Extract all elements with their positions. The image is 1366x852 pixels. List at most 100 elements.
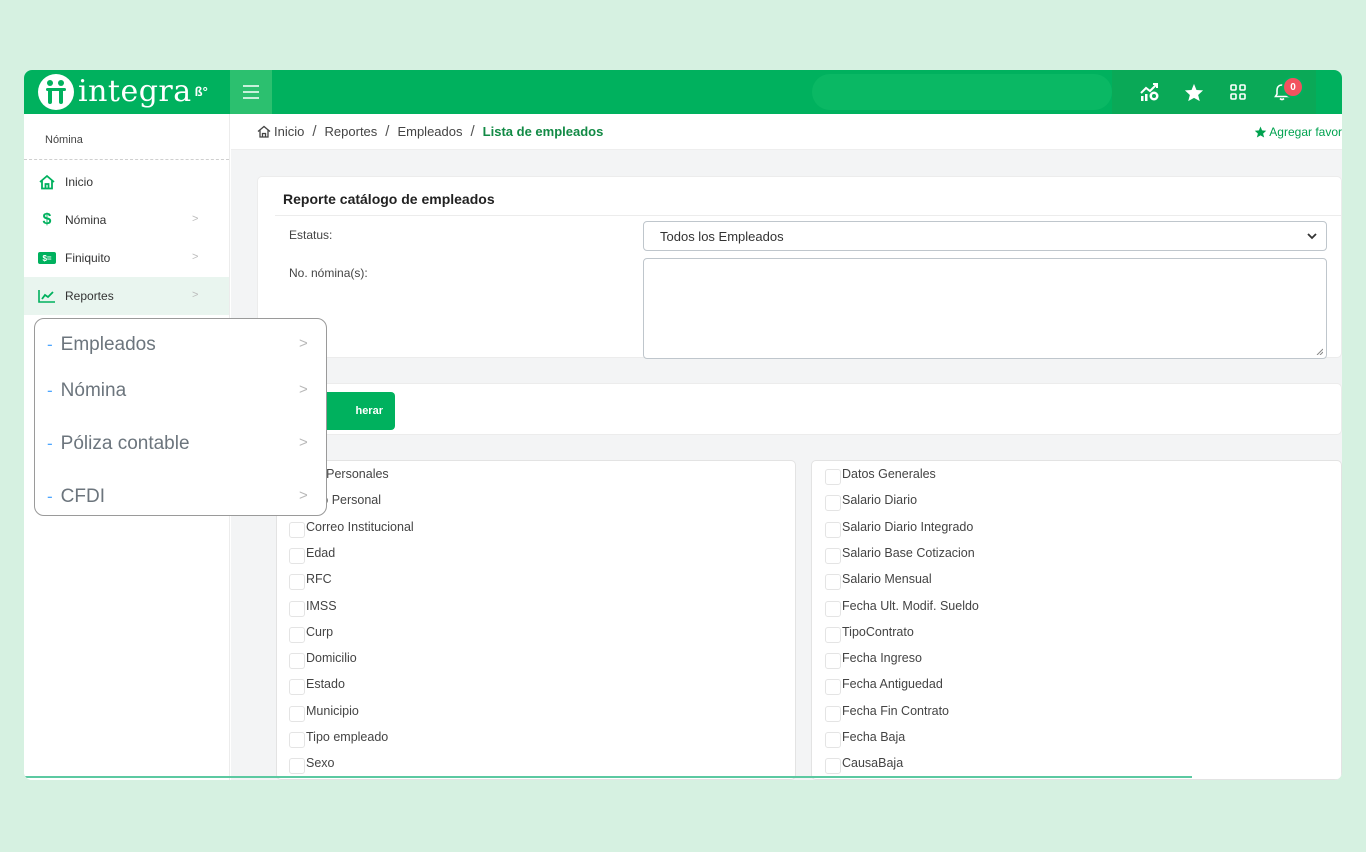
checkbox-row[interactable]: IMSS	[289, 593, 337, 619]
checkbox-row[interactable]: Salario Mensual	[825, 566, 932, 592]
checkbox[interactable]	[289, 705, 305, 722]
reportes-submenu: - Empleados > - Nómina > - Póliza contable …	[34, 318, 327, 516]
chart-line-icon	[38, 287, 56, 305]
submenu-item-cfdi[interactable]: - CFDI >	[35, 471, 326, 523]
checkbox-label: Datos Generales	[842, 467, 936, 481]
brand-logo[interactable]: integra ß°	[24, 70, 230, 114]
checkbox-row[interactable]: Sexo	[289, 750, 335, 776]
payroll-label: No. nómina(s):	[289, 266, 368, 280]
breadcrumb-item-empleados[interactable]: Empleados	[397, 124, 462, 139]
sidebar-header: Nómina	[24, 114, 229, 160]
checkbox[interactable]	[289, 521, 305, 538]
breadcrumb-home[interactable]: Inicio	[257, 124, 304, 139]
checkbox-row[interactable]: RFC	[289, 566, 332, 592]
top-bar: integra ß° 0	[24, 70, 1342, 114]
checkbox[interactable]	[289, 600, 305, 617]
checkbox[interactable]	[289, 626, 305, 643]
checkbox-label: Estado	[306, 677, 345, 692]
menu-toggle-icon[interactable]	[230, 70, 272, 114]
submenu-item-empleados[interactable]: - Empleados >	[35, 319, 326, 371]
checkbox-label: Tipo empleado	[306, 730, 389, 744]
chevron-right-icon: >	[192, 213, 199, 225]
apps-grid-icon[interactable]	[1216, 70, 1260, 114]
star-icon	[1255, 126, 1267, 138]
checkbox-row[interactable]: Salario Diario Integrado	[825, 514, 973, 540]
chevron-right-icon: >	[299, 487, 308, 504]
checkbox-label: Fecha Ult. Modif. Sueldo	[842, 598, 979, 613]
checkbox-label: TipoContrato	[842, 624, 914, 639]
checkbox[interactable]	[289, 653, 305, 670]
sidebar-item-inicio[interactable]: Inicio	[24, 163, 229, 201]
checkbox-row[interactable]: Municipio	[289, 698, 359, 724]
checkbox-row[interactable]: CausaBaja	[825, 750, 903, 776]
checkbox[interactable]	[825, 574, 841, 591]
submenu-item-nomina[interactable]: - Nómina >	[35, 365, 326, 417]
checkbox-row[interactable]: Datos Generales	[825, 461, 936, 487]
sidebar-item-finiquito[interactable]: $= Finiquito >	[24, 239, 229, 277]
checkbox[interactable]	[825, 653, 841, 670]
checkbox-row[interactable]: Fecha Fin Contrato	[825, 698, 949, 724]
checkbox-row[interactable]: Curp	[289, 619, 333, 645]
breadcrumb-separator: /	[312, 123, 317, 140]
submenu-item-poliza[interactable]: - Póliza contable >	[35, 418, 326, 470]
breadcrumb-separator: /	[385, 123, 390, 140]
checkbox-label: Sexo	[306, 756, 335, 771]
right-checkbox-group: Datos Generales Salario Diario Salario Dia…	[825, 461, 1305, 781]
checkbox-row[interactable]: TipoContrato	[825, 619, 914, 645]
payroll-textarea[interactable]	[643, 258, 1327, 359]
checkbox[interactable]	[289, 758, 305, 775]
breadcrumb: Inicio / Reportes / Empleados / Lista de…	[231, 114, 1342, 150]
finiquito-icon: $=	[38, 249, 56, 267]
checkbox-row[interactable]: Salario Diario	[825, 487, 917, 513]
checkbox[interactable]	[825, 547, 841, 564]
checkbox-row[interactable]: Fecha Ingreso	[825, 645, 922, 671]
checkbox-row[interactable]: Estado	[289, 671, 345, 697]
sidebar-item-reportes[interactable]: Reportes >	[24, 277, 229, 315]
breadcrumb-item-reportes[interactable]: Reportes	[325, 124, 378, 139]
checkbox[interactable]	[825, 521, 841, 538]
checkbox-label: Salario Mensual	[842, 572, 932, 587]
checkbox[interactable]	[289, 679, 305, 696]
home-icon	[38, 173, 56, 191]
checkbox-label: Salario Diario Integrado	[842, 519, 974, 534]
sidebar-item-nomina[interactable]: $ Nómina >	[24, 201, 229, 239]
checkbox-row[interactable]: Fecha Ult. Modif. Sueldo	[825, 593, 979, 619]
checkbox-row[interactable]: Domicilio	[289, 645, 357, 671]
checkbox-row[interactable]: Fecha Baja	[825, 724, 905, 750]
chart-growth-icon[interactable]	[1128, 70, 1172, 114]
checkbox[interactable]	[289, 574, 305, 591]
add-favorite-link[interactable]: Agregar favor	[1254, 114, 1342, 150]
bell-icon[interactable]: 0	[1260, 70, 1304, 114]
status-select[interactable]: Todos los Empleados	[643, 221, 1327, 251]
checkbox-label: Fecha Baja	[842, 730, 906, 744]
checkbox[interactable]	[825, 732, 841, 748]
checkbox-label: Fecha Ingreso	[842, 651, 922, 666]
checkbox-row[interactable]: Salario Base Cotizacion	[825, 540, 975, 566]
chevron-right-icon: >	[299, 434, 308, 451]
sidebar-item-label: Inicio	[65, 175, 94, 189]
checkbox[interactable]	[289, 732, 305, 748]
checkbox[interactable]	[825, 600, 841, 617]
checkbox-label: Municipio	[306, 703, 359, 718]
checkbox[interactable]	[289, 547, 305, 564]
checkbox[interactable]	[825, 469, 841, 485]
checkbox-label: Fecha Antiguedad	[842, 677, 943, 692]
checkbox[interactable]	[825, 495, 841, 512]
checkbox-label: RFC	[306, 572, 332, 587]
chevron-right-icon: >	[192, 289, 199, 301]
status-label: Estatus:	[289, 228, 333, 242]
search-area	[812, 74, 1112, 110]
breadcrumb-separator: /	[470, 123, 475, 140]
checkbox[interactable]	[825, 758, 841, 775]
star-icon[interactable]	[1172, 70, 1216, 114]
checkbox-row[interactable]: Tipo empleado	[289, 724, 388, 750]
checkbox-row[interactable]: Fecha Antiguedad	[825, 671, 943, 697]
checkbox-row[interactable]: Edad	[289, 540, 335, 566]
checkbox[interactable]	[825, 679, 841, 696]
chevron-right-icon: >	[299, 335, 308, 352]
home-icon	[257, 125, 271, 138]
checkbox[interactable]	[825, 626, 841, 643]
checkbox[interactable]	[825, 705, 841, 722]
sidebar-item-label: Nómina	[65, 213, 107, 227]
chevron-down-icon	[1307, 233, 1317, 240]
